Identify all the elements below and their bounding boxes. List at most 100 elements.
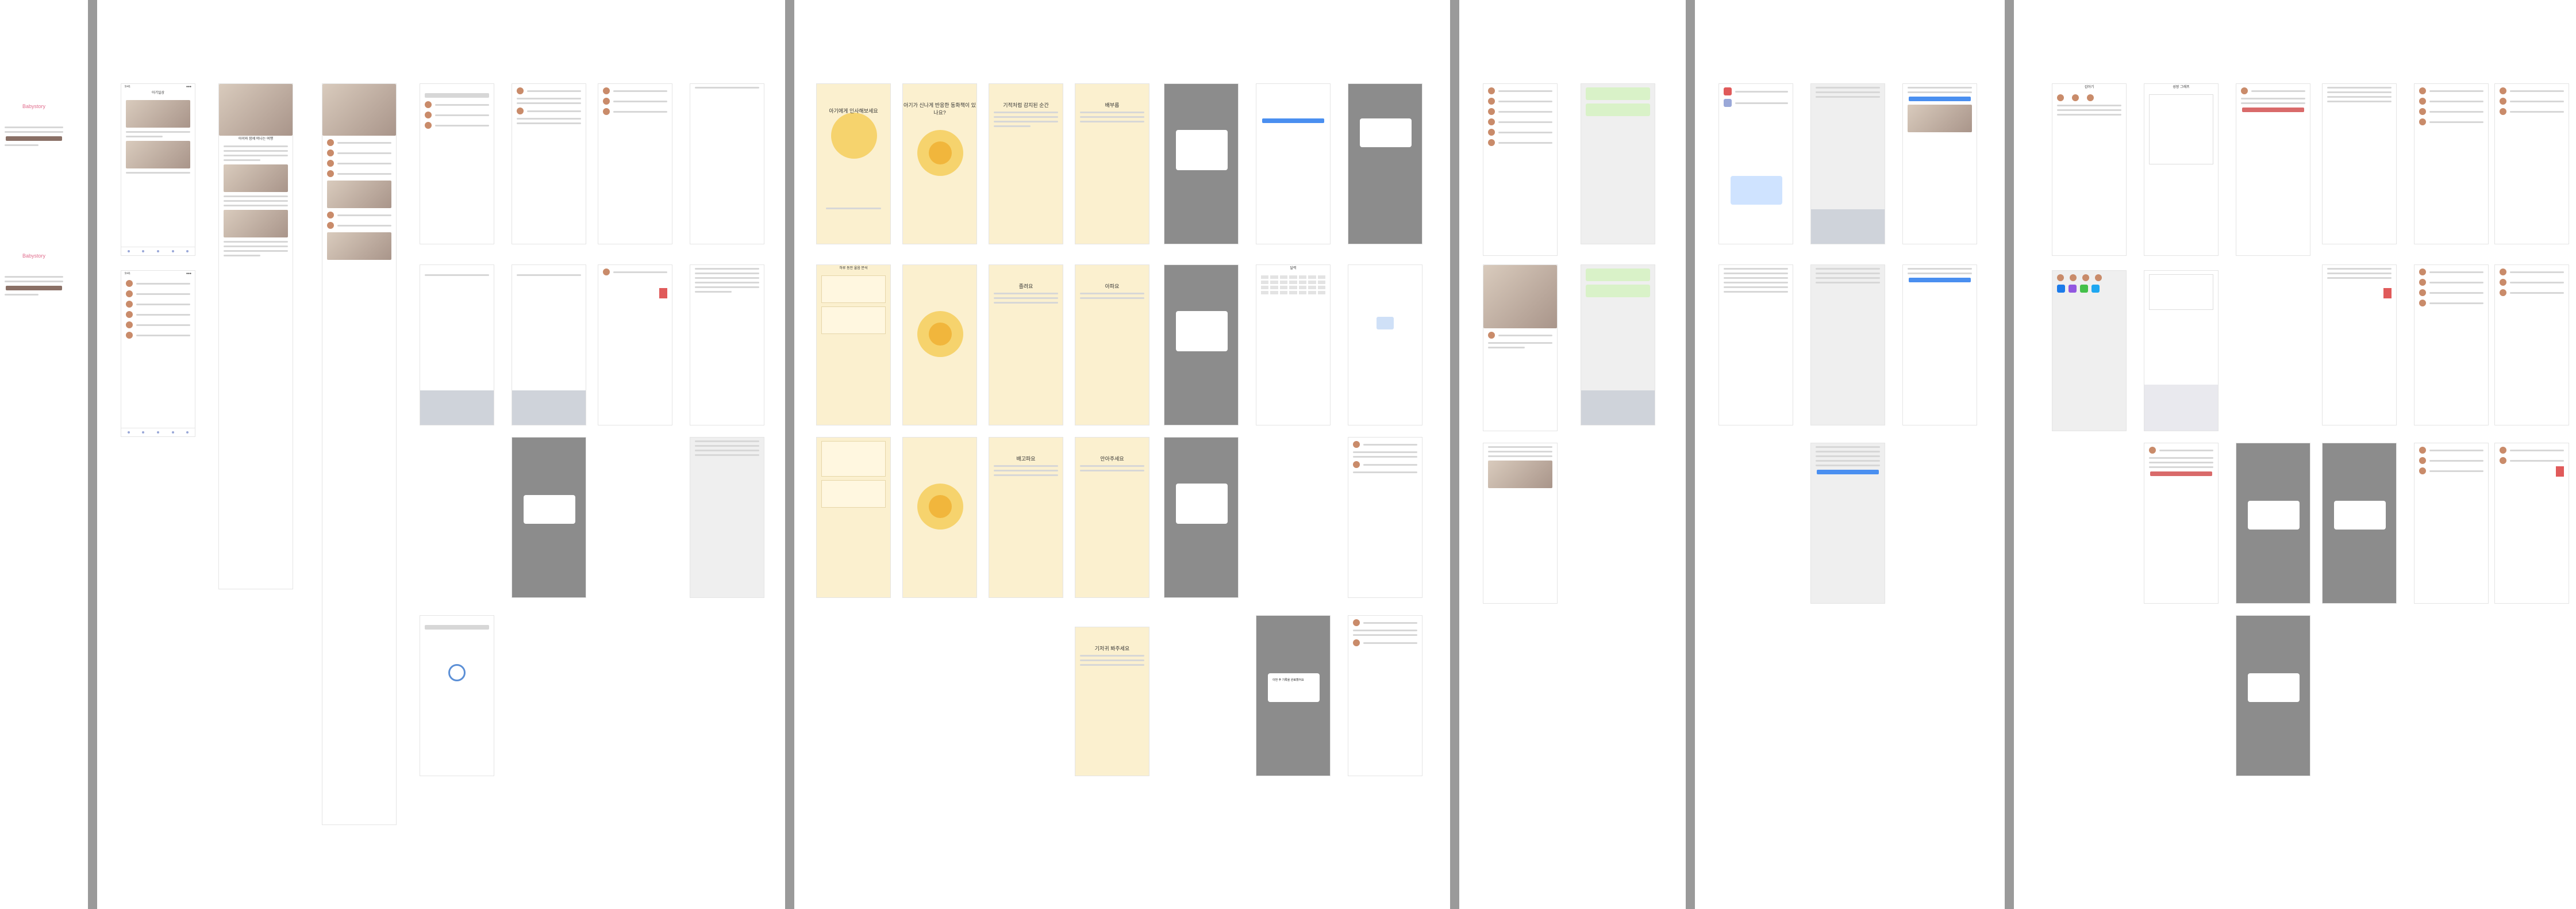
login-button[interactable] xyxy=(6,286,62,290)
login-button[interactable] xyxy=(6,136,62,141)
delete-button[interactable] xyxy=(2150,471,2212,476)
growth-chart-title: 성장 그래프 xyxy=(2173,86,2190,89)
summary-screen: 기저귀 봐주세요 xyxy=(1075,627,1149,776)
list-item[interactable] xyxy=(327,170,391,177)
modal-dialog[interactable]: 이번 주 기록을 완료했어요 xyxy=(1268,673,1320,702)
kakao-login-link[interactable] xyxy=(5,144,39,146)
growth-chart-screen: 성장 그래프 xyxy=(2144,83,2219,256)
contact-list-screen xyxy=(2494,264,2569,425)
onboarding-screen: 아기가 신나게 반응한 동화책이 있나요? xyxy=(902,83,977,244)
delete-tab[interactable] xyxy=(659,288,667,298)
confirm-dialog[interactable] xyxy=(2334,501,2386,530)
record-list-screen xyxy=(1348,437,1422,598)
pie-chart xyxy=(821,441,886,477)
message-screen xyxy=(1581,83,1655,244)
summary-screen: 졸려요 xyxy=(989,264,1063,425)
settings-dialog-screen xyxy=(1348,83,1422,244)
confirm-dialog[interactable] xyxy=(524,495,575,524)
note-screen xyxy=(1810,264,1885,425)
confirm-dialog-screen xyxy=(2236,443,2310,604)
article-text-screen xyxy=(690,437,764,598)
list-item[interactable] xyxy=(126,280,190,287)
confirm-dialog[interactable] xyxy=(2248,673,2300,702)
list-item[interactable] xyxy=(327,212,391,218)
app-logo: Babystory xyxy=(22,103,46,109)
feed-photo[interactable] xyxy=(126,141,190,168)
keyboard[interactable] xyxy=(1581,390,1655,425)
tab-bar xyxy=(121,247,195,255)
primary-button[interactable] xyxy=(1909,97,1971,101)
search-input[interactable] xyxy=(425,93,489,98)
photo-detail-screen xyxy=(1483,264,1558,431)
list-item[interactable] xyxy=(126,301,190,308)
status-dialog[interactable] xyxy=(1176,130,1228,170)
growth-chart xyxy=(2149,94,2213,164)
calendar-screen: 달력 xyxy=(1256,264,1331,425)
list-item[interactable] xyxy=(327,139,391,146)
post-photo[interactable] xyxy=(1488,461,1552,488)
onboarding-screen xyxy=(902,437,977,598)
list-item[interactable] xyxy=(126,311,190,318)
summary-title: 배고파요 xyxy=(1016,456,1036,462)
note-list-screen xyxy=(1718,264,1793,425)
post-photo[interactable] xyxy=(327,232,391,260)
keyboard[interactable] xyxy=(420,390,494,425)
contact-list-screen xyxy=(2414,83,2489,244)
list-item[interactable] xyxy=(126,332,190,339)
confirm-dialog-screen xyxy=(2236,615,2310,776)
record-list-screen xyxy=(1348,615,1422,776)
settings-screen xyxy=(1256,83,1331,244)
status-screen: 배부름 xyxy=(1075,83,1149,244)
list-item[interactable] xyxy=(126,321,190,328)
status-title: 아파요 xyxy=(1105,283,1120,289)
post-photo[interactable] xyxy=(327,181,391,208)
photo-post-screen xyxy=(1483,443,1558,604)
confirm-dialog-screen xyxy=(2322,443,2397,604)
profile-edit-screen xyxy=(2144,443,2219,604)
status-title: 안아주세요 xyxy=(1100,456,1124,462)
status-dialog[interactable] xyxy=(1176,484,1228,524)
list-item[interactable] xyxy=(327,222,391,229)
stats-title: 하루 동안 울음 분석 xyxy=(839,267,868,270)
summary-title: 기적처럼 감지된 순간 xyxy=(1003,102,1049,108)
keyboard[interactable] xyxy=(1811,209,1885,244)
search-input[interactable] xyxy=(425,625,489,630)
contact-list-screen xyxy=(2494,443,2569,604)
contact-list-screen xyxy=(2494,83,2569,244)
alert-screen xyxy=(1718,83,1793,244)
search-icon xyxy=(448,664,466,681)
alert-banner[interactable] xyxy=(1731,176,1782,205)
confirm-dialog[interactable] xyxy=(2248,501,2300,530)
profile-detail-screen xyxy=(2236,83,2310,256)
delete-tab[interactable] xyxy=(2383,288,2392,298)
primary-button[interactable] xyxy=(1909,278,1971,282)
list-item[interactable] xyxy=(327,160,391,167)
status-dialog-screen xyxy=(1164,437,1239,598)
article-text-screen xyxy=(690,83,764,244)
keyboard[interactable] xyxy=(512,390,586,425)
growth-chart xyxy=(2149,274,2213,310)
message-bubble xyxy=(1586,285,1650,297)
list-item[interactable] xyxy=(126,290,190,297)
summary-title: 기저귀 봐주세요 xyxy=(1094,646,1130,651)
picker[interactable] xyxy=(2144,385,2218,431)
modal-screen: 이번 주 기록을 완료했어요 xyxy=(1256,615,1331,776)
calendar-title: 달력 xyxy=(1290,267,1297,270)
status-dialog[interactable] xyxy=(1176,311,1228,351)
search-screen xyxy=(420,83,494,244)
delete-button[interactable] xyxy=(2242,108,2304,112)
banner-photo xyxy=(322,84,396,136)
kakao-login-link[interactable] xyxy=(5,294,39,296)
stats-chart xyxy=(821,275,886,303)
feed-photo[interactable] xyxy=(126,100,190,128)
primary-button[interactable] xyxy=(1262,118,1324,123)
onboarding-screen: 아기에게 인사해보세요 xyxy=(816,83,891,244)
primary-button[interactable] xyxy=(1817,470,1879,474)
confirm-dialog[interactable] xyxy=(1360,118,1412,147)
article-photo xyxy=(224,210,288,237)
note-screen xyxy=(1810,443,1885,604)
calendar-grid[interactable] xyxy=(1261,275,1325,294)
list-item[interactable] xyxy=(327,149,391,156)
note-list-screen xyxy=(1902,264,1977,425)
delete-tab[interactable] xyxy=(2556,466,2564,477)
